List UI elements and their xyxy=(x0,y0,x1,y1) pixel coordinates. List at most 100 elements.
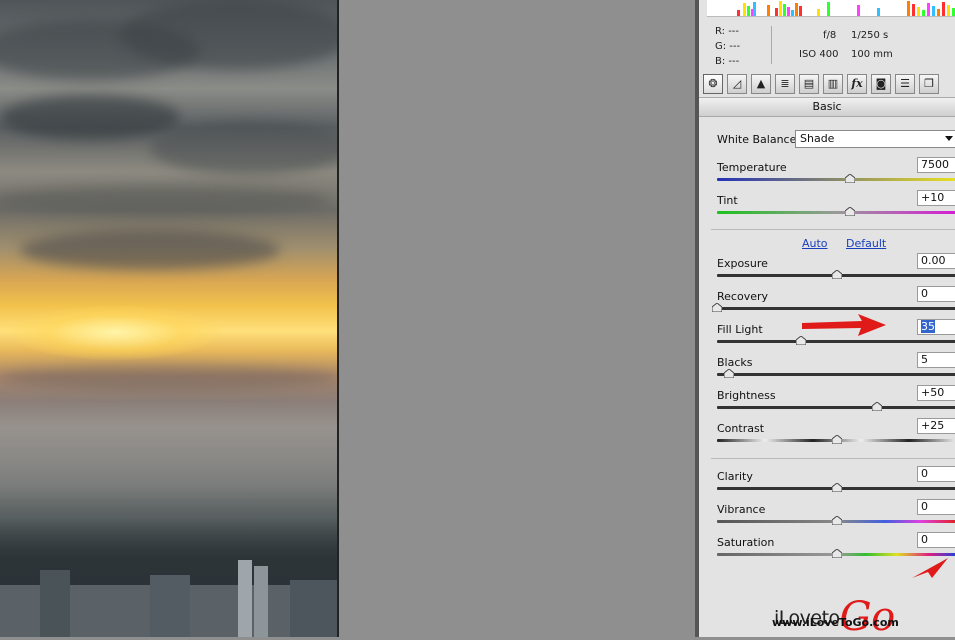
watermark: iLovetoGo www.iLoveToGo.com xyxy=(770,558,950,640)
blacks-value: 5 xyxy=(921,353,928,366)
split-icon: ▤ xyxy=(803,77,815,90)
clarity-value: 0 xyxy=(921,467,928,480)
recovery-slider-thumb[interactable] xyxy=(712,303,722,312)
camera-icon: ◙ xyxy=(875,77,887,90)
tab-presets[interactable]: ☰ xyxy=(895,74,915,94)
tab-snapshots[interactable]: ❐ xyxy=(919,74,939,94)
snapshots-icon: ❐ xyxy=(924,77,934,90)
tab-basic[interactable]: ❂ xyxy=(703,74,723,94)
histogram-bar xyxy=(779,1,782,16)
recovery-input[interactable]: 0 xyxy=(917,286,955,302)
separator xyxy=(711,458,955,459)
temperature-slider-thumb[interactable] xyxy=(845,174,856,183)
saturation-value: 0 xyxy=(921,533,928,546)
fx-icon: fx xyxy=(851,77,863,90)
histogram-bar xyxy=(927,3,930,16)
exposure-input[interactable]: 0.00 xyxy=(917,253,955,269)
focal-length-value: 100 mm xyxy=(851,49,893,60)
contrast-input[interactable]: +25 xyxy=(917,418,955,434)
preview-divider xyxy=(337,0,339,637)
histogram-bar xyxy=(817,9,820,16)
temperature-input[interactable]: 7500 xyxy=(917,157,955,173)
blacks-slider[interactable] xyxy=(717,373,955,376)
saturation-input[interactable]: 0 xyxy=(917,532,955,548)
tab-tone-curve[interactable]: ◿ xyxy=(727,74,747,94)
histogram-bar xyxy=(753,2,756,16)
saturation-label: Saturation xyxy=(717,536,775,549)
blacks-input[interactable]: 5 xyxy=(917,352,955,368)
contrast-slider-thumb[interactable] xyxy=(832,435,842,444)
brightness-input[interactable]: +50 xyxy=(917,385,955,401)
white-balance-label: White Balance: xyxy=(717,133,801,146)
tab-lens[interactable]: ▥ xyxy=(823,74,843,94)
histogram-bar xyxy=(917,7,920,16)
vibrance-label: Vibrance xyxy=(717,503,766,516)
temperature-value: 7500 xyxy=(921,158,949,171)
blacks-label: Blacks xyxy=(717,356,753,369)
histogram-bar xyxy=(795,3,798,16)
histogram-bar xyxy=(799,6,802,16)
tab-hsl[interactable]: ≣ xyxy=(775,74,795,94)
shutter-value: 1/250 s xyxy=(851,30,889,41)
sunset-glow xyxy=(10,305,220,360)
fill-light-label: Fill Light xyxy=(717,323,763,336)
fill-light-input[interactable]: 35 xyxy=(917,319,955,335)
brightness-slider-thumb[interactable] xyxy=(872,402,883,411)
histogram-bar xyxy=(912,4,915,16)
curve-icon: ◿ xyxy=(732,77,742,90)
brightness-slider[interactable] xyxy=(717,406,955,409)
histogram-bar xyxy=(922,10,925,16)
tab-split-toning[interactable]: ▤ xyxy=(799,74,819,94)
aperture-icon: ❂ xyxy=(708,77,718,90)
histogram-bar xyxy=(947,5,950,16)
histogram-bar xyxy=(907,1,910,16)
rgb-readout: R: --- G: --- B: --- xyxy=(715,24,740,69)
photo-preview[interactable] xyxy=(0,0,337,637)
histogram-bar xyxy=(775,8,778,16)
fill-light-value: 35 xyxy=(921,320,935,333)
vibrance-input[interactable]: 0 xyxy=(917,499,955,515)
recovery-label: Recovery xyxy=(717,290,769,303)
histogram-bar xyxy=(767,5,770,16)
recovery-slider[interactable] xyxy=(717,307,955,310)
white-balance-select[interactable]: Shade xyxy=(795,130,955,148)
histogram-bar xyxy=(791,10,794,16)
histogram-bar xyxy=(783,4,786,16)
blue-readout: B: --- xyxy=(715,56,740,67)
tint-value: +10 xyxy=(921,191,945,204)
auto-link[interactable]: Auto xyxy=(802,237,828,250)
histogram-bar xyxy=(743,3,746,16)
blacks-slider-thumb[interactable] xyxy=(724,369,734,378)
contrast-label: Contrast xyxy=(717,422,765,435)
iso-value: ISO 400 xyxy=(799,49,839,60)
tint-slider-thumb[interactable] xyxy=(845,207,856,216)
clarity-label: Clarity xyxy=(717,470,753,483)
plane-icon xyxy=(912,558,948,578)
lens-icon: ▥ xyxy=(827,77,839,90)
tab-detail[interactable]: ▲ xyxy=(751,74,771,94)
clarity-slider-thumb[interactable] xyxy=(832,483,842,492)
tab-effects[interactable]: fx xyxy=(847,74,867,94)
tab-camera-calibration[interactable]: ◙ xyxy=(871,74,891,94)
hsl-icon: ≣ xyxy=(780,77,790,90)
brightness-value: +50 xyxy=(921,386,945,399)
tint-label: Tint xyxy=(717,194,738,207)
exposure-label: Exposure xyxy=(717,257,768,270)
watermark-url: www.iLoveToGo.com xyxy=(772,616,899,629)
temperature-slider[interactable] xyxy=(717,178,955,181)
exposure-slider-thumb[interactable] xyxy=(832,270,842,279)
panel-tabs: ❂ ◿ ▲ ≣ ▤ ▥ fx ◙ ☰ ❐ xyxy=(703,74,955,96)
tint-slider[interactable] xyxy=(717,211,955,214)
fill-light-slider[interactable] xyxy=(717,340,955,343)
default-link[interactable]: Default xyxy=(846,237,886,250)
temperature-label: Temperature xyxy=(717,161,787,174)
vibrance-slider-thumb[interactable] xyxy=(832,516,842,525)
tint-input[interactable]: +10 xyxy=(917,190,955,206)
histogram-bar xyxy=(737,10,740,16)
saturation-slider-thumb[interactable] xyxy=(832,549,842,558)
presets-icon: ☰ xyxy=(900,77,910,90)
histogram-bar xyxy=(877,8,880,16)
clarity-input[interactable]: 0 xyxy=(917,466,955,482)
readout-divider xyxy=(771,26,772,64)
histogram-bar xyxy=(827,2,830,16)
